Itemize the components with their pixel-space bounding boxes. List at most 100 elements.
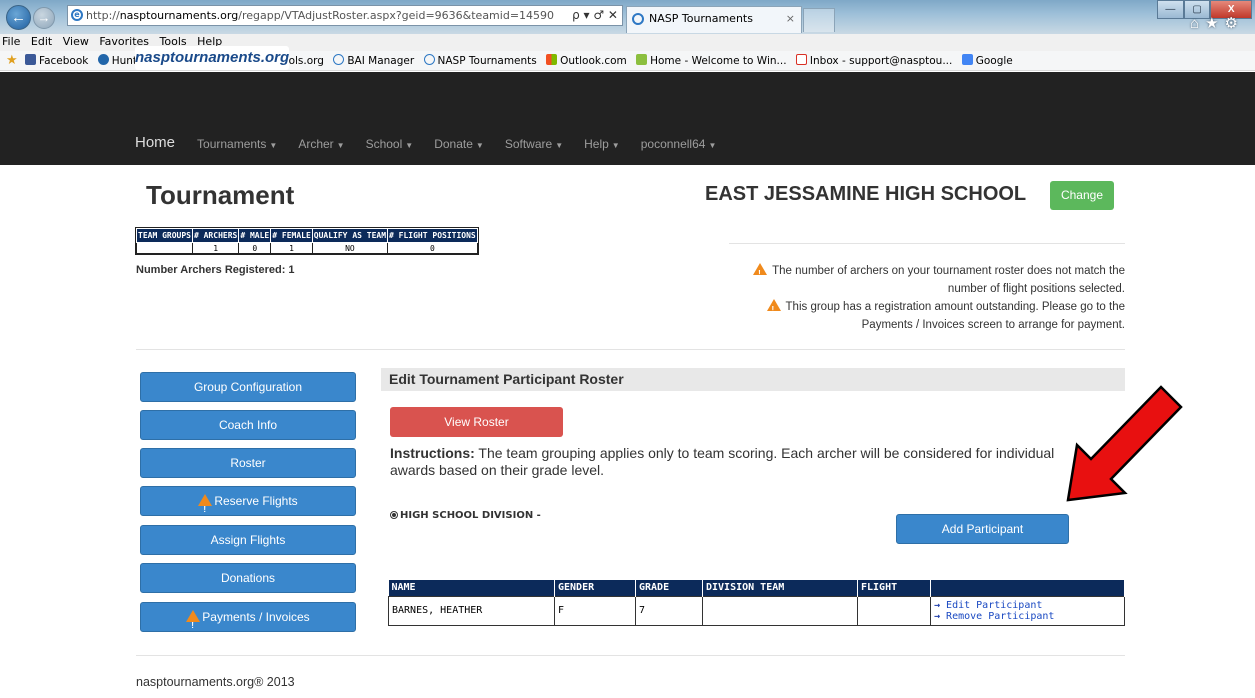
participant-division-team [702,595,858,626]
favorite-outlook[interactable]: Outlook.com [546,54,627,67]
nav-donate[interactable]: Donate ▼ [434,137,484,152]
stats-header: # ARCHERS [191,228,240,243]
forward-button[interactable]: → [33,7,55,29]
stats-archers: 1 [191,242,240,254]
tab-title: NASP Tournaments [649,12,753,25]
menu-edit[interactable]: Edit [31,35,52,48]
address-controls[interactable]: ρ ▾ ♂ ✕ [568,6,618,25]
new-tab-button[interactable] [803,8,835,32]
participant-grade: 7 [635,595,703,626]
edit-participant-link[interactable]: → Edit Participant [934,600,1121,611]
instructions: Instructions: The team grouping applies … [390,445,1090,479]
nav-school[interactable]: School ▼ [366,137,414,152]
donations-button[interactable]: Donations [140,563,356,593]
ie-page-icon: e [71,9,83,21]
remove-participant-link[interactable]: → Remove Participant [934,611,1121,622]
group-configuration-button[interactable]: Group Configuration [140,372,356,402]
caret-down-icon: ▼ [475,141,484,150]
divider [729,243,1125,244]
menu-view[interactable]: View [63,35,89,48]
minimize-button[interactable]: — [1157,0,1184,19]
ie-icon [423,54,435,65]
nav-tournaments[interactable]: Tournaments ▼ [197,137,277,152]
favorite-gmail-inbox[interactable]: Inbox - support@nasptou... [795,54,952,67]
address-domain: nasptournaments.org [119,9,239,22]
page-title: Tournament [146,180,295,210]
coach-info-button[interactable]: Coach Info [140,410,356,440]
edit-roster-heading: Edit Tournament Participant Roster [381,368,1125,391]
nav-user-account[interactable]: poconnell64 ▼ [641,137,717,152]
caret-down-icon: ▼ [269,141,278,150]
settings-gear-icon[interactable]: ⚙ [1225,15,1244,32]
reserve-flights-button[interactable]: Reserve Flights [140,486,356,524]
facebook-icon [25,54,36,65]
favorite-welcome-windows[interactable]: Home - Welcome to Win... [636,54,787,67]
stats-team-groups [136,242,193,254]
school-name: EAST JESSAMINE HIGH SCHOOL [705,183,1027,205]
stats-header: # FLIGHT POSITIONS [387,228,478,243]
roster-header-grade: GRADE [635,580,703,596]
arrow-right-icon: → [934,610,947,622]
browser-chrome: ← → e http://nasptournaments.org/regapp/… [0,0,1255,34]
payments-invoices-button[interactable]: Payments / Invoices [140,602,356,640]
warning-roster-mismatch-line2: number of flight positions selected. [947,283,1125,295]
stats-header: QUALIFY AS TEAM [311,228,389,243]
google-icon [961,54,973,65]
warning-payment-outstanding-line2: Payments / Invoices screen to arrange fo… [861,319,1125,331]
site-logo[interactable]: nasptournaments.org [135,46,289,70]
change-school-button[interactable]: Change [1050,181,1114,210]
division-radio[interactable]: HIGH SCHOOL DIVISION - [390,510,541,521]
instructions-text: The team grouping applies only to team s… [390,445,1055,478]
favorite-bai-manager[interactable]: BAI Manager [333,54,414,67]
instructions-label: Instructions: [390,445,475,461]
caret-down-icon: ▼ [336,141,345,150]
assign-flights-button[interactable]: Assign Flights [140,525,356,555]
roster-button[interactable]: Roster [140,448,356,478]
add-participant-button[interactable]: Add Participant [896,514,1069,544]
address-prefix: http:// [86,9,120,22]
roster-header-gender: GENDER [554,580,636,596]
nav-software[interactable]: Software ▼ [505,137,563,152]
view-roster-button[interactable]: View Roster [390,407,563,437]
stats-male: 0 [238,242,272,254]
caret-down-icon: ▼ [555,141,564,150]
stats-header: TEAM GROUPS [136,228,193,243]
footer-copyright: nasptournaments.org® 2013 [136,675,295,689]
team-stats-table: TEAM GROUPS # ARCHERS # MALE # FEMALE QU… [135,227,479,255]
stats-qualify-team: NO [311,242,389,254]
windows-logo-icon [546,54,558,65]
favorite-google[interactable]: Google [961,54,1013,67]
stats-header: # FEMALE [270,228,313,243]
favorites-star-icon[interactable]: ★ [6,53,18,68]
site-nav-links: Home Tournaments ▼ Archer ▼ School ▼ Donate… [135,135,737,152]
gmail-icon [795,54,807,65]
nav-archer[interactable]: Archer ▼ [298,137,344,152]
address-bar[interactable]: e http://nasptournaments.org/regapp/VTAd… [67,5,623,26]
participant-flight [857,595,931,626]
annotation-arrow-icon [1066,385,1183,502]
warning-payment-outstanding: This group has a registration amount out… [700,298,1125,319]
warning-messages: The number of archers on your tournament… [700,262,1125,334]
favorites-star-icon[interactable]: ★ [1205,15,1224,32]
archers-registered-count: Number Archers Registered: 1 [136,264,295,276]
nav-home[interactable]: Home [135,135,175,150]
menu-file[interactable]: File [2,35,20,48]
browser-tab[interactable]: NASP Tournaments × [626,6,802,33]
divider [136,655,1125,656]
home-icon[interactable]: ⌂ [1190,15,1205,32]
radio-selected-icon [390,511,398,519]
nav-help[interactable]: Help ▼ [584,137,620,152]
warning-triangle-icon [766,299,781,319]
divider [136,349,1125,350]
favorite-facebook[interactable]: Facebook [25,54,88,67]
warning-triangle-icon [198,494,213,524]
back-button[interactable]: ← [6,5,31,30]
tab-close-icon[interactable]: × [786,7,795,31]
tab-ie-icon [632,13,644,25]
address-path: /regapp/VTAdjustRoster.aspx?geid=9636&te… [238,9,555,22]
warning-triangle-icon [186,610,201,640]
stats-header: # MALE [238,228,272,243]
favorite-nasp-tournaments[interactable]: NASP Tournaments [423,54,537,67]
participant-gender: F [554,595,636,626]
msn-icon [636,54,648,65]
